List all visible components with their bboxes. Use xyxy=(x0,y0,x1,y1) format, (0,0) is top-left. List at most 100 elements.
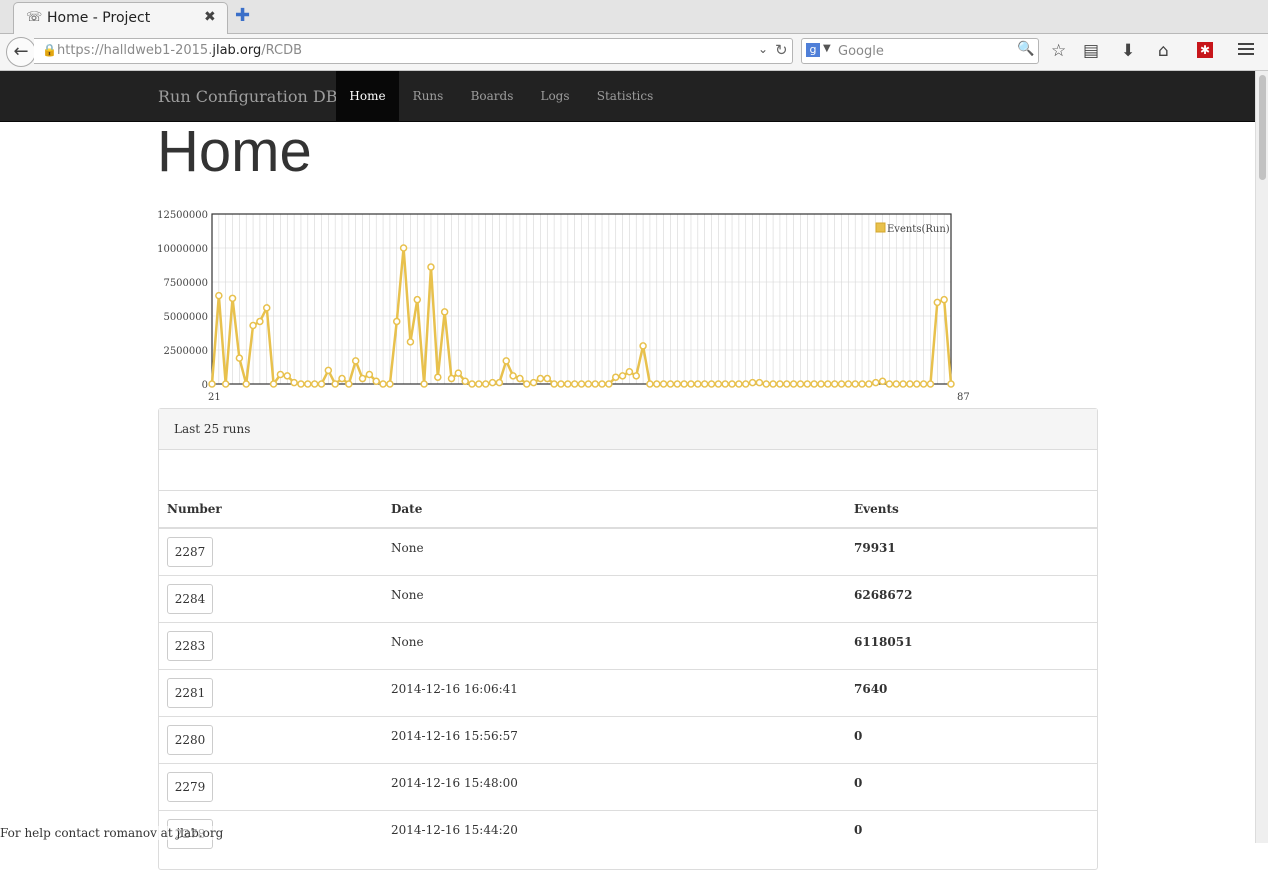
data-point xyxy=(358,374,367,383)
footer-help-text: For help contact romanov at jlab.org xyxy=(0,826,224,840)
legend-swatch xyxy=(875,222,886,233)
data-point xyxy=(728,380,736,388)
reload-icon[interactable]: ↻ xyxy=(775,41,788,59)
data-point xyxy=(741,380,750,388)
url-bar[interactable]: 🔒 https://halldweb1-2015.jlab.org/RCDB ⌄… xyxy=(34,38,793,64)
nav-logs[interactable]: Logs xyxy=(526,71,584,121)
bookmark-star-icon[interactable]: ☆ xyxy=(1051,41,1066,61)
data-point xyxy=(762,380,770,388)
data-point xyxy=(611,373,620,381)
data-point xyxy=(564,380,572,388)
data-point xyxy=(659,380,668,388)
data-point xyxy=(495,378,504,387)
data-point xyxy=(618,372,627,380)
run-number-button[interactable]: 2279 xyxy=(167,772,213,802)
data-point xyxy=(372,377,380,386)
data-point xyxy=(297,380,305,388)
search-input[interactable]: Google xyxy=(838,44,884,59)
reading-list-icon[interactable]: ▤ xyxy=(1083,41,1099,61)
home-icon[interactable]: ⌂ xyxy=(1158,41,1169,61)
data-point xyxy=(687,380,695,388)
data-point xyxy=(249,321,257,330)
search-icon[interactable]: 🔍 xyxy=(1017,41,1035,59)
data-point xyxy=(707,380,716,388)
data-point xyxy=(386,380,394,388)
run-date: 2014-12-16 15:48:00 xyxy=(391,776,518,790)
data-point xyxy=(393,317,401,326)
data-point xyxy=(625,368,634,376)
close-tab-icon[interactable]: ✖ xyxy=(204,9,216,25)
data-point xyxy=(892,380,901,388)
back-arrow-icon[interactable]: ← xyxy=(6,37,36,67)
table-row: 2284 None 6268672 xyxy=(159,575,1097,623)
google-icon[interactable]: g xyxy=(806,43,820,57)
scrollbar-thumb[interactable] xyxy=(1259,75,1266,180)
data-point xyxy=(789,380,798,388)
data-point xyxy=(680,380,688,388)
addon-icon[interactable]: ✱ xyxy=(1197,42,1213,58)
nav-boards[interactable]: Boards xyxy=(459,71,525,121)
search-bar[interactable]: g ▼ Google 🔍 xyxy=(801,38,1039,64)
table-row: 2279 2014-12-16 15:48:00 0 xyxy=(159,763,1097,811)
run-date: 2014-12-16 16:06:41 xyxy=(391,682,518,696)
data-point xyxy=(256,317,264,326)
data-point xyxy=(317,380,326,388)
run-number-button[interactable]: 2287 xyxy=(167,537,213,567)
data-point xyxy=(878,377,887,386)
header-number: Number xyxy=(159,491,383,529)
x-tick-label-first: 21 xyxy=(208,392,221,403)
data-point xyxy=(351,357,360,365)
data-point xyxy=(885,380,894,388)
nav-statistics[interactable]: Statistics xyxy=(587,71,663,121)
data-point xyxy=(769,380,777,388)
data-point xyxy=(276,370,285,379)
data-point xyxy=(858,380,866,388)
url-text[interactable]: https://halldweb1-2015.jlab.org/RCDB xyxy=(57,43,302,58)
data-point xyxy=(632,372,640,380)
run-number-button[interactable]: 2280 xyxy=(167,725,213,755)
data-point xyxy=(605,380,613,388)
data-point xyxy=(516,374,524,383)
data-point xyxy=(714,380,723,388)
data-point xyxy=(242,380,250,388)
page-scrollbar[interactable] xyxy=(1255,71,1268,843)
run-number-button[interactable]: 2283 xyxy=(167,631,213,661)
data-point xyxy=(865,380,873,388)
data-point xyxy=(468,380,476,388)
browser-toolbar: ← 🔒 https://halldweb1-2015.jlab.org/RCDB… xyxy=(0,34,1268,71)
phone-favicon-icon: ☏ xyxy=(26,10,43,25)
browser-tab-bar: ☏ Home - Project ✖ ✚ xyxy=(0,0,1268,34)
run-events: 79931 xyxy=(854,541,896,555)
data-point xyxy=(447,374,456,383)
nav-home[interactable]: Home xyxy=(336,71,399,121)
runs-table: Number Date Events 2287 None 79931 2284 None… xyxy=(159,491,1097,857)
data-point xyxy=(735,380,743,388)
data-point xyxy=(345,380,353,388)
nav-runs[interactable]: Runs xyxy=(399,71,457,121)
x-tick-label-last: 87 xyxy=(957,392,970,403)
data-point xyxy=(776,380,784,388)
data-point xyxy=(570,380,579,388)
search-engine-dropdown-icon[interactable]: ▼ xyxy=(823,43,831,54)
data-point xyxy=(208,380,216,388)
data-point xyxy=(598,380,606,388)
history-dropdown-icon[interactable]: ⌄ xyxy=(758,42,768,56)
run-number-button[interactable]: 2281 xyxy=(167,678,213,708)
run-number-button[interactable]: 2284 xyxy=(167,584,213,614)
run-date: 2014-12-16 15:56:57 xyxy=(391,729,518,743)
download-icon[interactable]: ⬇ xyxy=(1121,41,1135,61)
browser-tab[interactable]: ☏ Home - Project ✖ xyxy=(13,2,228,34)
data-point xyxy=(324,366,333,375)
data-point xyxy=(899,380,907,388)
data-point xyxy=(379,380,387,388)
page-title: Home xyxy=(157,119,312,184)
new-tab-plus-icon[interactable]: ✚ xyxy=(235,5,250,26)
brand-link[interactable]: Run Configuration DB xyxy=(158,87,337,106)
last-runs-panel: Last 25 runs Number Date Events 2287 None… xyxy=(158,408,1098,870)
data-point xyxy=(947,380,955,388)
data-point xyxy=(543,374,552,383)
data-point xyxy=(926,380,935,388)
events-chart: 12500000 10000000 7500000 5000000 2500000 0 2… xyxy=(157,210,970,403)
hamburger-menu-icon[interactable] xyxy=(1238,43,1254,58)
table-row: 2283 None 6118051 xyxy=(159,622,1097,670)
